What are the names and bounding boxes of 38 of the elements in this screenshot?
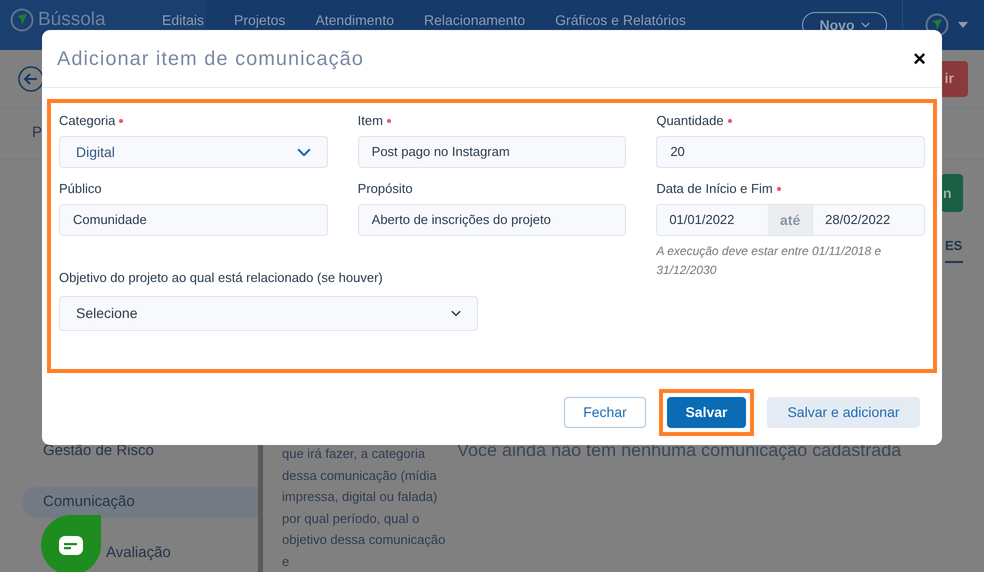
field-label: Item — [358, 112, 383, 130]
dialog-button[interactable]: Fechar — [564, 397, 646, 428]
chevron-down-icon — [296, 148, 311, 156]
add-button[interactable]: n — [941, 174, 963, 212]
date-hint: A execução deve estar entre 01/11/2018 e 31/12/2030 — [656, 243, 882, 279]
tab-label[interactable]: P — [32, 122, 42, 145]
compass-logo-icon — [10, 8, 34, 32]
text-input[interactable]: Post pago no Instagram — [358, 136, 626, 168]
text-input[interactable]: 20 — [656, 136, 925, 168]
nav-link[interactable]: Relacionamento — [424, 12, 526, 28]
nav-link[interactable]: Projetos — [234, 12, 286, 28]
chat-button[interactable] — [41, 515, 101, 572]
field-label: Propósito — [358, 180, 413, 198]
chevron-down-icon — [860, 22, 870, 28]
help-text: que irá fazer, a categoria dessa comunicação (mídia impressa, digital ou falada) por qual período, qual o objetivo dessa comunicação e — [282, 445, 446, 570]
close-button[interactable]: × — [913, 48, 926, 70]
logo-text: Bússola — [38, 10, 106, 30]
nav-link[interactable]: Editais — [162, 12, 204, 28]
chat-icon — [59, 536, 83, 554]
dialog-button[interactable]: Salvar e adicionar — [767, 397, 920, 428]
chevron-down-icon — [451, 310, 461, 316]
field-label: Categoria — [59, 112, 116, 130]
tab-label[interactable]: ES — [945, 236, 963, 262]
field-label: Público — [59, 180, 102, 198]
category-select[interactable]: Digital — [59, 136, 328, 168]
sidebar-item[interactable]: Avaliação — [22, 538, 258, 569]
field-label: Quantidade — [656, 112, 724, 130]
modal-title: Adicionar item de comunicação — [57, 46, 364, 72]
objective-select[interactable]: Selecione — [59, 296, 478, 330]
nav-link[interactable]: Atendimento — [315, 12, 394, 28]
nav-link[interactable]: Gráficos e Relatórios — [555, 12, 686, 28]
caret-icon[interactable] — [958, 22, 968, 28]
sidebar-item[interactable]: Comunicação — [22, 487, 258, 518]
text-input[interactable]: Comunidade — [59, 204, 328, 236]
dialog-button[interactable]: Salvar — [667, 397, 746, 428]
text-input[interactable]: Aberto de inscrições do projeto — [358, 204, 626, 236]
field-label: Data de Início e Fim — [656, 180, 773, 198]
field-label: Objetivo do projeto ao qual está relacionado (se houver) — [59, 269, 384, 287]
